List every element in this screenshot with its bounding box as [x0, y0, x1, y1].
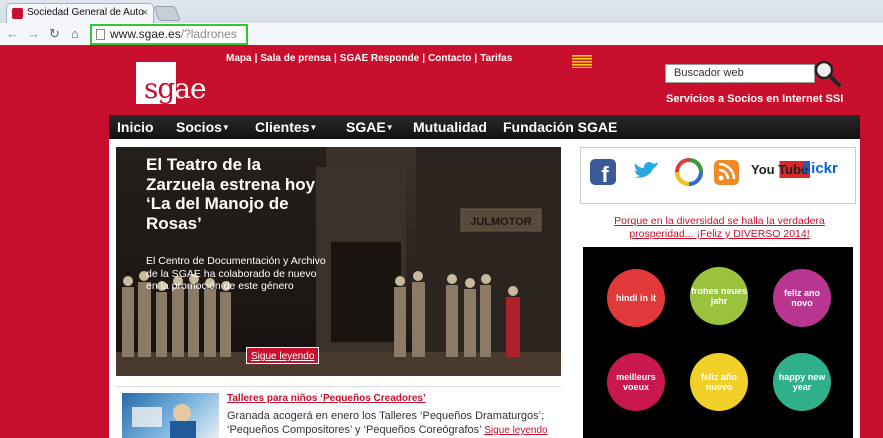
- rss-icon[interactable]: [712, 157, 742, 187]
- nav-inicio[interactable]: Inicio: [117, 119, 154, 135]
- picasa-icon[interactable]: [674, 157, 704, 187]
- back-arrow-icon[interactable]: ←: [6, 26, 19, 41]
- sgae-favicon-icon: [12, 8, 23, 19]
- reload-icon[interactable]: ↻: [49, 26, 60, 42]
- facebook-icon[interactable]: f: [588, 157, 618, 187]
- main-nav: Inicio Socios▼ Clientes▼ SGAE▼ Mutualida…: [109, 115, 860, 139]
- news-title-link[interactable]: Talleres para niños ‘Pequeños Creadores’: [227, 393, 426, 404]
- divider: [116, 386, 561, 387]
- twitter-icon[interactable]: [631, 157, 661, 187]
- chevron-down-icon: ▼: [385, 123, 394, 132]
- hero-title[interactable]: El Teatro de la Zarzuela estrena hoy ‘La…: [146, 155, 326, 233]
- promo-link[interactable]: Porque en la diversidad se halla la verd…: [582, 215, 857, 241]
- greeting-bubble: happy new year: [773, 353, 831, 411]
- greeting-bubble: frohes neues jahr: [690, 267, 748, 325]
- chevron-down-icon: ▼: [221, 123, 230, 132]
- top-links: Mapa | Sala de prensa | SGAE Responde | Contac…: [226, 53, 513, 64]
- greeting-bubble: hindi in it: [607, 269, 665, 327]
- top-link-mapa[interactable]: Mapa: [226, 53, 252, 64]
- tab-title: Sociedad General de Auto: [27, 7, 144, 18]
- hero-description: El Centro de Documentación y Archivo de …: [146, 255, 326, 292]
- hero-read-more-link[interactable]: Sigue leyendo: [246, 347, 320, 364]
- sgae-logo[interactable]: sgae: [136, 62, 212, 104]
- url-host: www.sgae.es: [110, 27, 181, 41]
- greeting-bubble: meilleurs voeux: [607, 353, 665, 411]
- page-icon: [96, 29, 105, 40]
- forward-arrow-icon[interactable]: →: [27, 26, 40, 41]
- search-icon[interactable]: [813, 59, 841, 87]
- flickr-icon[interactable]: flickr: [802, 160, 838, 177]
- search-input[interactable]: Buscador web: [665, 64, 815, 83]
- greeting-bubble: feliz año nuevo: [690, 353, 748, 411]
- nav-clientes[interactable]: Clientes▼: [255, 119, 317, 135]
- catalan-flag-icon[interactable]: [572, 55, 592, 68]
- browser-chrome: Sociedad General de Auto × ← → ↻ ⌂ www.s…: [0, 0, 883, 45]
- address-bar[interactable]: www.sgae.es/?ladrones: [90, 24, 248, 45]
- url-path: /?ladrones: [180, 27, 237, 41]
- greeting-bubble: feliz ano novo: [773, 269, 831, 327]
- top-link-sgae-responde[interactable]: SGAE Responde: [340, 53, 419, 64]
- ssi-link[interactable]: Servicios a Socios en Internet SSI: [666, 93, 843, 105]
- home-icon[interactable]: ⌂: [71, 26, 79, 41]
- top-link-tarifas[interactable]: Tarifas: [480, 53, 512, 64]
- news-image: [132, 404, 196, 438]
- news-thumbnail[interactable]: [122, 393, 219, 438]
- svg-text:f: f: [601, 162, 609, 187]
- new-tab-button[interactable]: [153, 6, 181, 21]
- nav-socios[interactable]: Socios▼: [176, 119, 230, 135]
- top-link-contacto[interactable]: Contacto: [428, 53, 471, 64]
- nav-mutualidad[interactable]: Mutualidad: [413, 119, 487, 135]
- greetings-panel[interactable]: hindi in it frohes neues jahr feliz ano …: [583, 247, 853, 438]
- news-text: Granada acogerá en enero los Talleres ‘P…: [227, 409, 557, 438]
- close-tab-icon[interactable]: ×: [142, 4, 148, 22]
- browser-tab[interactable]: Sociedad General de Auto ×: [6, 3, 154, 23]
- top-link-sala-de-prensa[interactable]: Sala de prensa: [260, 53, 331, 64]
- social-box: f You Tube flickr: [580, 147, 856, 204]
- browser-toolbar: ← → ↻ ⌂ www.sgae.es/?ladrones: [0, 23, 883, 45]
- chevron-down-icon: ▼: [309, 123, 318, 132]
- logo-text: sgae: [144, 72, 207, 105]
- nav-fundacion-sgae[interactable]: Fundación SGAE: [503, 119, 617, 135]
- news-read-more-link[interactable]: Sigue leyendo: [484, 425, 547, 436]
- nav-sgae[interactable]: SGAE▼: [346, 119, 394, 135]
- hero-sign-text: JULMOTOR: [470, 216, 532, 228]
